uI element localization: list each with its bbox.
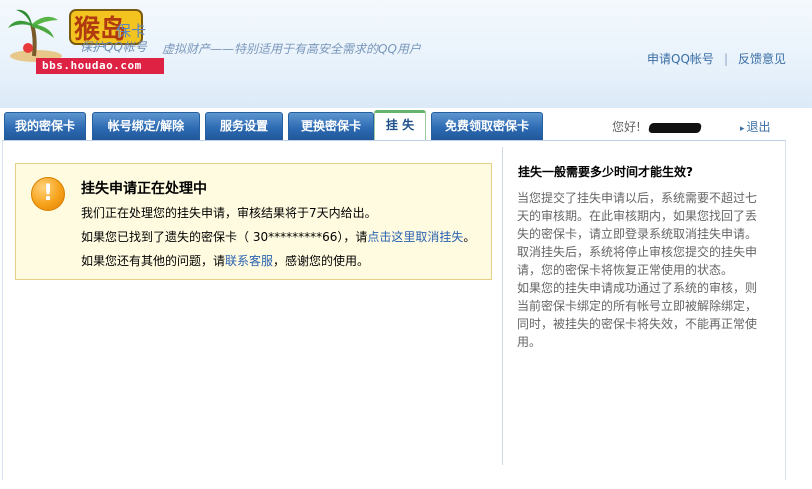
user-greeting: 您好! xyxy=(612,118,702,135)
brand-subtitle: 保护QQ帐号 xyxy=(80,40,147,54)
tab-report-loss[interactable]: 挂 失 xyxy=(374,110,426,140)
logout-link[interactable]: ▸ 退出 xyxy=(740,118,771,135)
notice-line-contact-text: 如果您还有其他的问题，请 xyxy=(81,254,226,268)
tab-replace-card[interactable]: 更换密保卡 xyxy=(288,112,374,140)
faq-paragraph: 当您提交了挂失申请以后，系统需要不超过七天的审核期。在此审核期内，如果您找回了丢… xyxy=(517,191,758,241)
faq-paragraph: 如果您的挂失申请成功通过了系统的审核，则当前密保卡绑定的所有帐号立即被解除绑定，… xyxy=(517,281,758,349)
apply-qq-link[interactable]: 申请QQ帐号 xyxy=(647,52,714,66)
redacted-username xyxy=(647,122,702,133)
logo-graphic-icon: 猴岛 保卡 xyxy=(8,9,146,62)
tab-bind-unbind[interactable]: 帐号绑定/解除 xyxy=(92,112,200,140)
brand-tagline: 虚拟财产——特别适用于有高安全需求的QQ用户 xyxy=(162,42,421,56)
notice-title: 挂失申请正在处理中 xyxy=(81,181,207,197)
top-links: 申请QQ帐号 | 反馈意见 xyxy=(647,50,786,67)
watermark-url[interactable]: bbs.houdao.com xyxy=(36,58,164,74)
logout-label: 退出 xyxy=(746,120,771,134)
tab-service-settings[interactable]: 服务设置 xyxy=(205,112,283,140)
tab-my-card[interactable]: 我的密保卡 xyxy=(4,112,86,140)
faq-title: 挂失一般需要多少时间才能生效? xyxy=(518,165,693,179)
page-header: 猴岛 保卡 bbs.houdao.com 保护QQ帐号 虚拟财产——特别适用于有… xyxy=(0,0,812,108)
feedback-link[interactable]: 反馈意见 xyxy=(738,52,786,66)
notice-line-contact: 如果您还有其他的问题，请联系客服，感谢您的使用。 xyxy=(81,252,369,269)
notice-line-cancel: 如果您已找到了遗失的密保卡（ 30*********66），请点击这里取消挂失。 xyxy=(81,228,475,245)
faq-body: 当您提交了挂失申请以后，系统需要不超过七天的审核期。在此审核期内，如果您找回了丢… xyxy=(517,189,763,351)
notice-line-cancel-end: 。 xyxy=(463,230,476,244)
notice-line-review: 我们正在处理您的挂失申请，审核结果将于7天内给出。 xyxy=(81,206,377,220)
tab-free-card[interactable]: 免费领取密保卡 xyxy=(431,112,543,140)
notice-line-contact-end: ，感谢您的使用。 xyxy=(273,254,370,268)
link-separator: | xyxy=(723,52,728,66)
exclamation-icon: ! xyxy=(31,177,65,211)
column-divider xyxy=(502,147,503,465)
contact-support-link[interactable]: 联系客服 xyxy=(225,254,273,268)
cancel-report-link[interactable]: 点击这里取消挂失 xyxy=(367,230,463,244)
arrow-right-icon: ▸ xyxy=(740,124,745,134)
greeting-text: 您好! xyxy=(612,120,641,134)
faq-paragraph: 取消挂失后，系统将停止审核您提交的挂失申请，您的密保卡将恢复正常使用的状态。 xyxy=(517,245,758,277)
notice-line-cancel-text: 如果您已找到了遗失的密保卡（ 30*********66），请 xyxy=(81,230,368,244)
notice-box: ! 挂失申请正在处理中 我们正在处理您的挂失申请，审核结果将于7天内给出。 如果… xyxy=(15,163,492,280)
